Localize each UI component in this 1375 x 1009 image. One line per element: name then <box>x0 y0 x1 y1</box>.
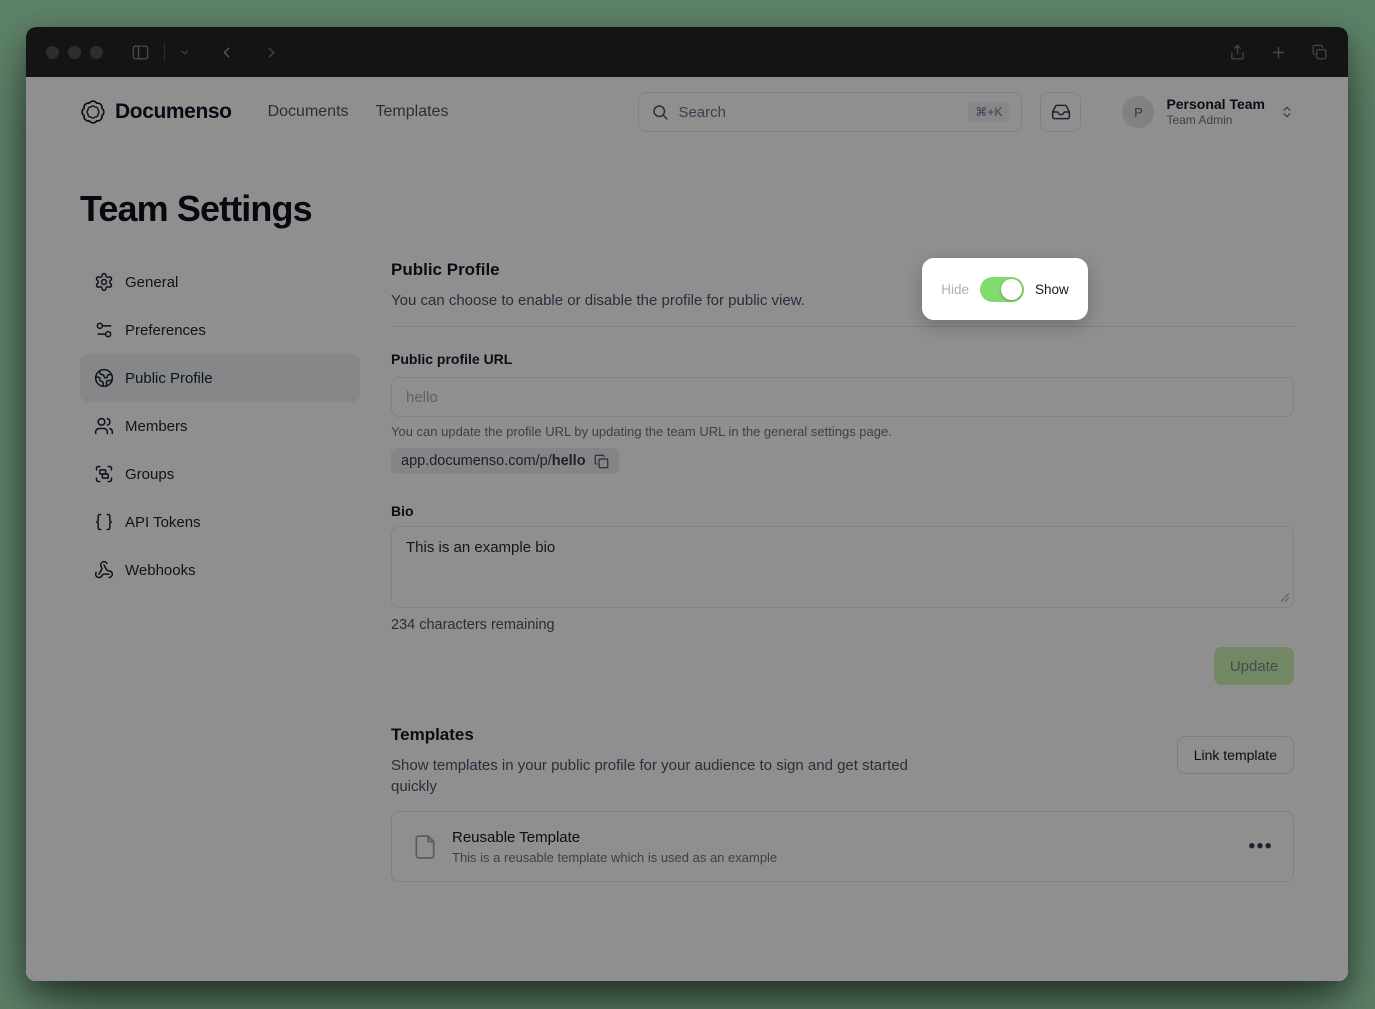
chevron-down-icon[interactable] <box>179 47 190 58</box>
toggle-knob <box>1001 279 1022 300</box>
dim-overlay <box>26 77 1348 981</box>
sidebar-toggle-icon[interactable] <box>131 43 150 62</box>
share-icon[interactable] <box>1229 44 1246 61</box>
profile-visibility-toggle[interactable] <box>980 277 1024 302</box>
traffic-lights <box>46 46 103 59</box>
toggle-hide-label: Hide <box>941 282 969 297</box>
zoom-window-button[interactable] <box>90 46 103 59</box>
titlebar <box>26 27 1348 77</box>
profile-visibility-spotlight: Hide Show <box>922 258 1088 320</box>
minimize-window-button[interactable] <box>68 46 81 59</box>
app-content: Documenso Documents Templates ⌘+K P Pers… <box>26 77 1348 981</box>
toggle-show-label: Show <box>1035 282 1069 297</box>
tab-overview-icon[interactable] <box>1311 44 1328 61</box>
forward-icon[interactable] <box>263 44 280 61</box>
new-tab-icon[interactable] <box>1270 44 1287 61</box>
titlebar-separator <box>164 43 165 61</box>
back-icon[interactable] <box>218 44 235 61</box>
close-window-button[interactable] <box>46 46 59 59</box>
browser-window: Documenso Documents Templates ⌘+K P Pers… <box>26 27 1348 981</box>
